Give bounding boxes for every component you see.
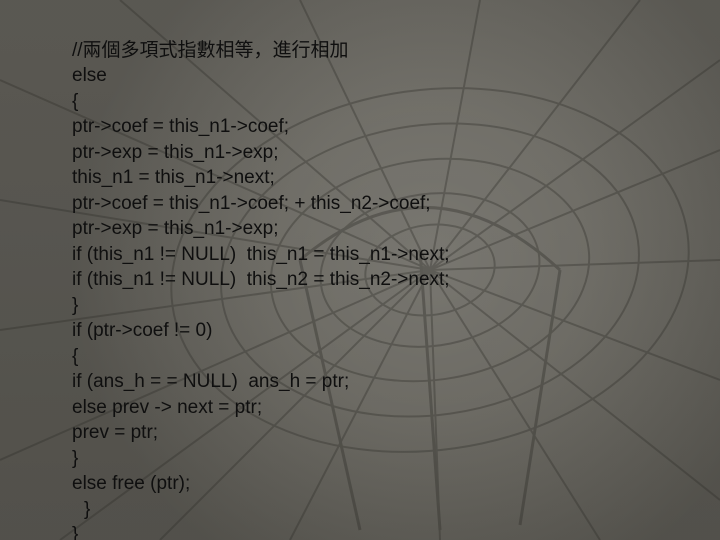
code-line: } bbox=[72, 295, 78, 316]
code-block: //兩個多項式指數相等，進行相加 else { ptr->coef = this… bbox=[72, 12, 672, 540]
code-line: } bbox=[72, 497, 90, 523]
code-line: if (this_n1 != NULL) this_n2 = this_n2->… bbox=[72, 269, 450, 290]
code-line: if (ans_h = = NULL) ans_h = ptr; bbox=[72, 371, 349, 392]
code-line: } bbox=[72, 524, 78, 540]
code-line: ptr->exp = this_n1->exp; bbox=[72, 218, 279, 239]
code-line: if (this_n1 != NULL) this_n1 = this_n1->… bbox=[72, 244, 450, 265]
code-line: this_n1 = this_n1->next; bbox=[72, 167, 275, 188]
code-line: ptr->coef = this_n1->coef; + this_n2->co… bbox=[72, 193, 431, 214]
code-line: else prev -> next = ptr; bbox=[72, 397, 262, 418]
code-line: ptr->exp = this_n1->exp; bbox=[72, 142, 279, 163]
code-line: else bbox=[72, 65, 107, 86]
code-line: ptr->coef = this_n1->coef; bbox=[72, 116, 289, 137]
slide: //兩個多項式指數相等，進行相加 else { ptr->coef = this… bbox=[0, 0, 720, 540]
code-line: if (ptr->coef != 0) bbox=[72, 320, 212, 341]
code-line: else free (ptr); bbox=[72, 473, 190, 494]
code-line: { bbox=[72, 346, 78, 367]
code-line: { bbox=[72, 91, 78, 112]
code-line: prev = ptr; bbox=[72, 422, 158, 443]
code-line: } bbox=[72, 448, 78, 469]
code-line: //兩個多項式指數相等，進行相加 bbox=[72, 40, 349, 61]
